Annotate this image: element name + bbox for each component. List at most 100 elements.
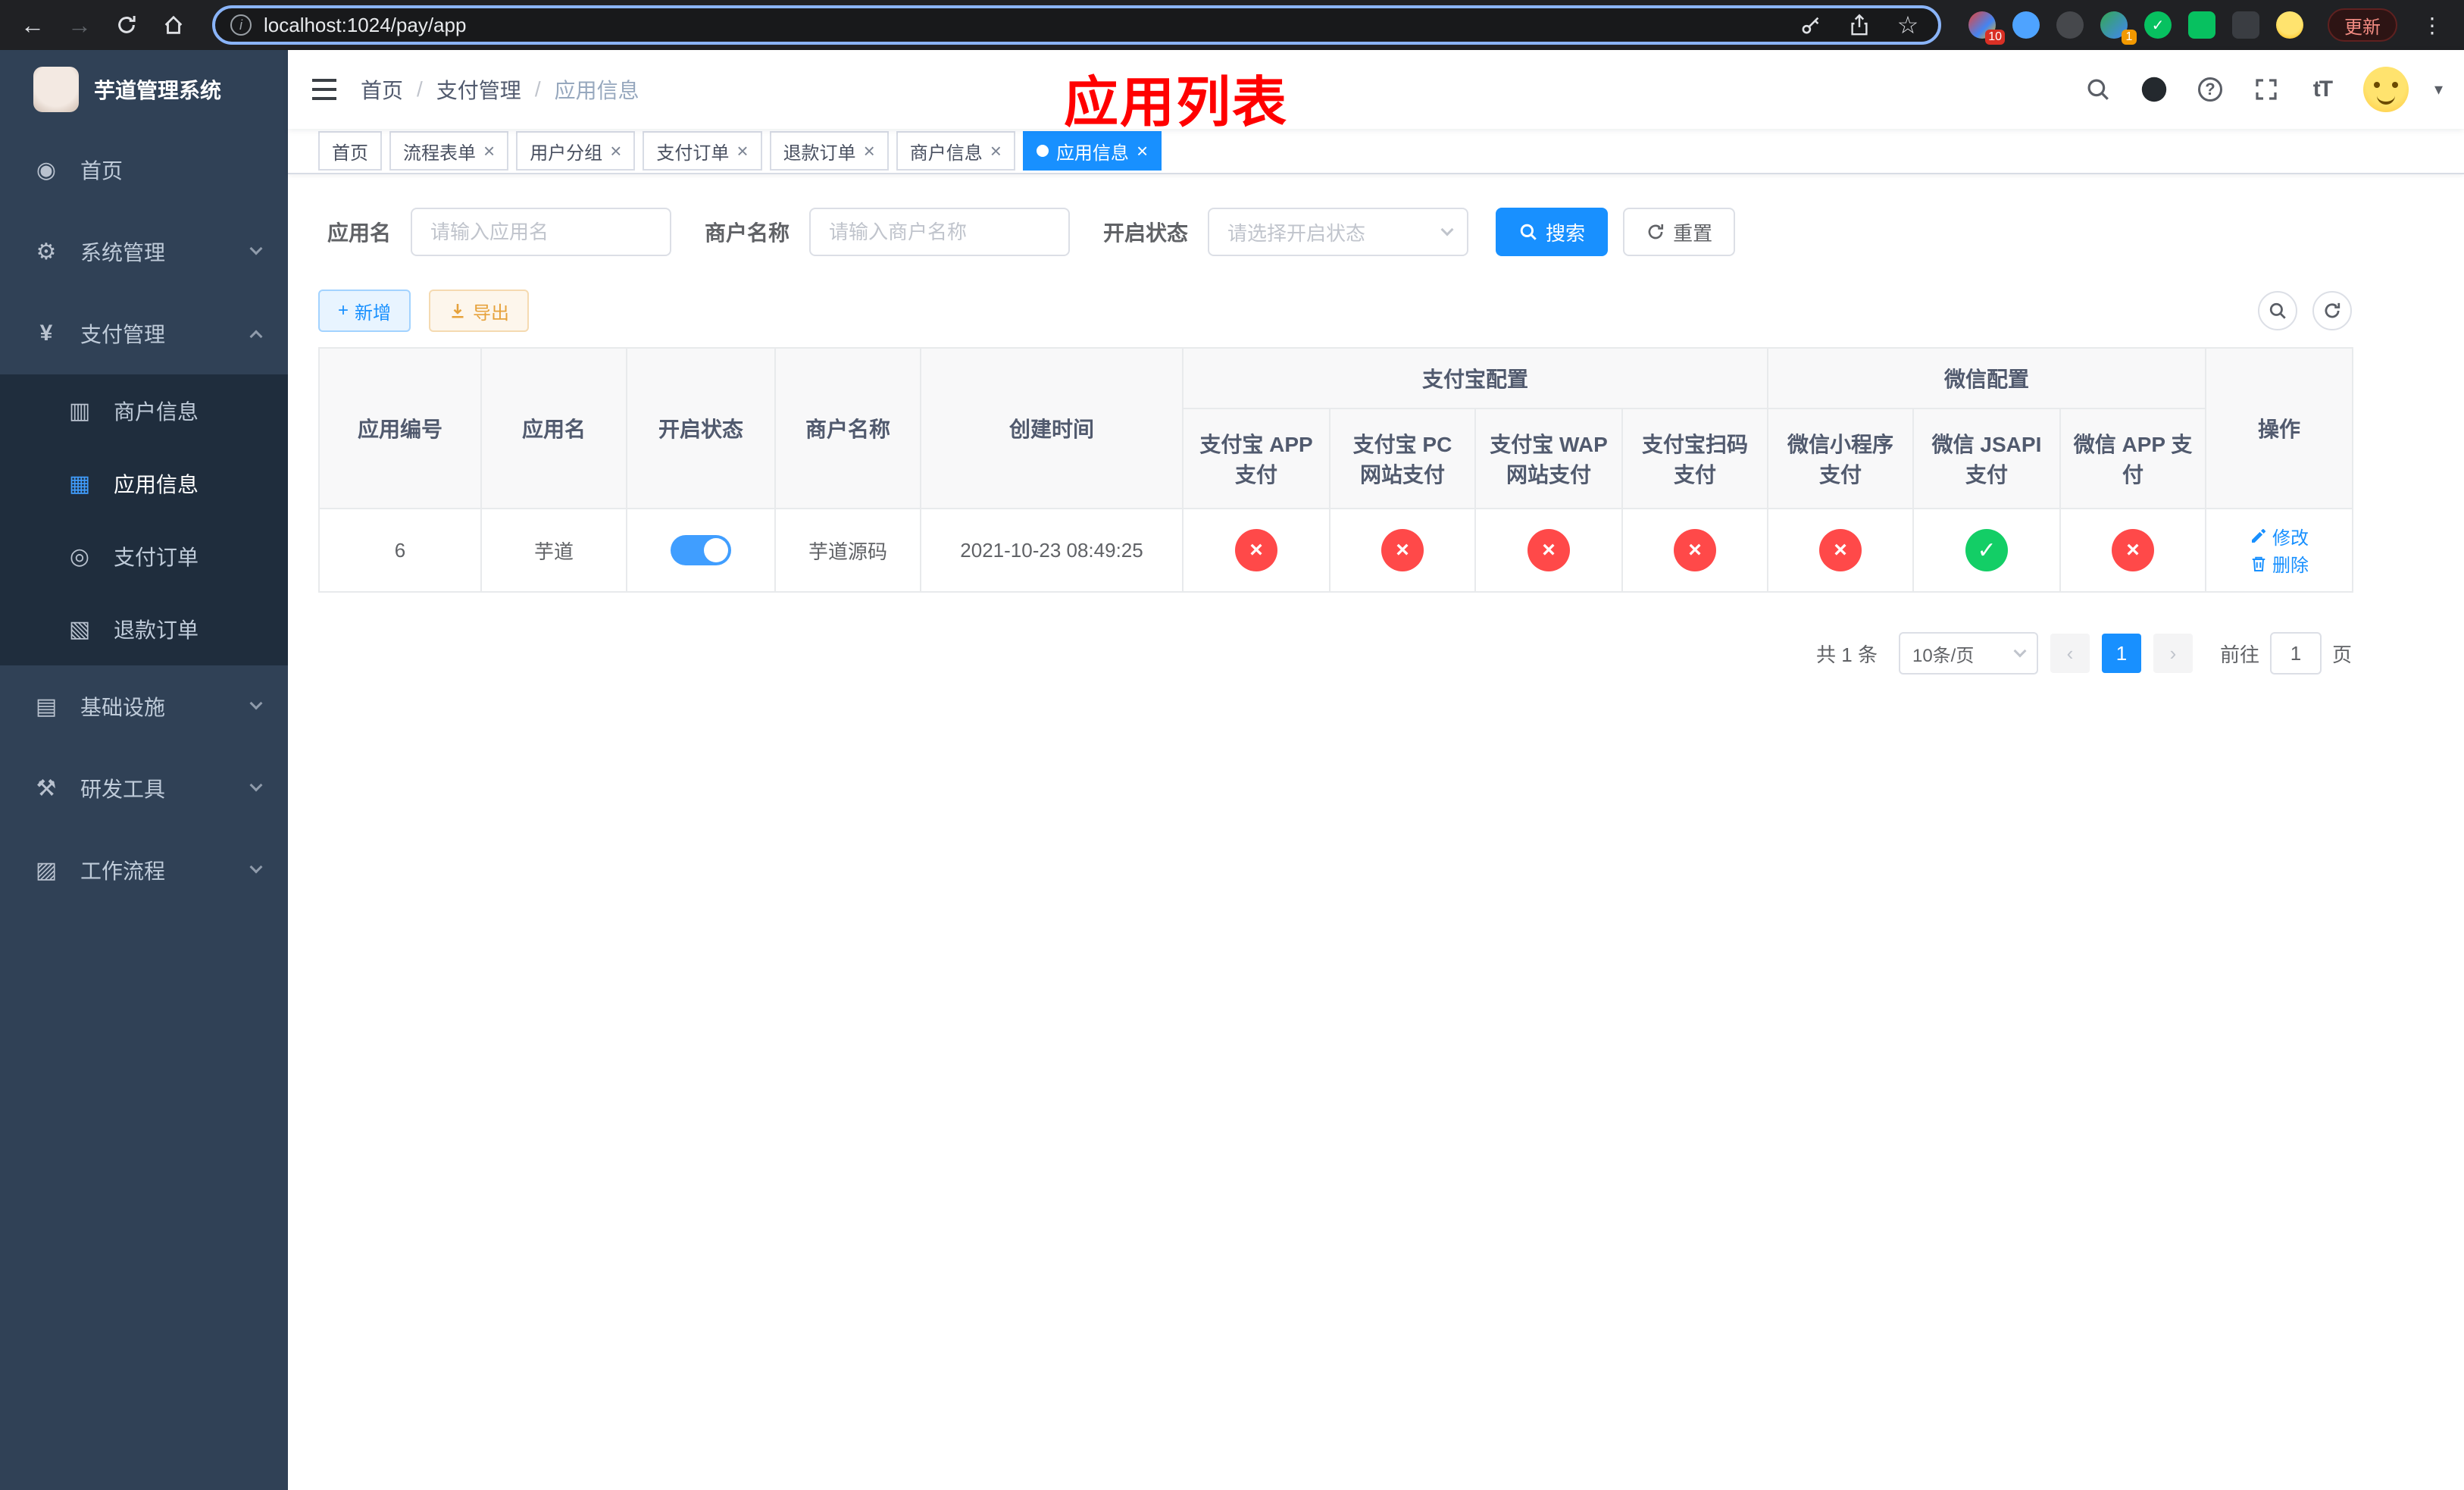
breadcrumb-payment[interactable]: 支付管理 [436, 74, 521, 105]
tab-refund-orders[interactable]: 退款订单 × [769, 131, 889, 171]
user-avatar[interactable] [2362, 67, 2409, 112]
refresh-button[interactable] [2312, 291, 2352, 330]
close-icon[interactable]: × [483, 141, 495, 161]
browser-menu-icon[interactable]: ⋮ [2412, 13, 2452, 38]
browser-toolbar: ← → i localhost:1024/pay/app ☆ 10 1 ✓ 更新… [0, 0, 2464, 50]
caret-down-icon[interactable]: ▾ [2434, 80, 2443, 99]
search-button[interactable]: 搜索 [1496, 208, 1609, 256]
tab-payment-orders[interactable]: 支付订单 × [643, 131, 762, 171]
cell-alipay-pc: × [1329, 508, 1476, 593]
reload-icon[interactable] [106, 5, 147, 45]
column-header: 开启状态 [626, 347, 776, 509]
page-size-select[interactable]: 10条/页 [1898, 632, 2038, 675]
refund-icon: ▧ [68, 616, 91, 642]
app-name-label: 应用名 [327, 221, 392, 245]
cell-wechat-mini: × [1767, 508, 1915, 593]
sidebar-item-refund-orders[interactable]: ▧ 退款订单 [0, 593, 288, 665]
next-page-button[interactable]: › [2153, 634, 2193, 673]
extension-icon[interactable]: 1 [2100, 11, 2137, 45]
sidebar-item-dev-tools[interactable]: ⚒ 研发工具 [0, 747, 288, 829]
home-icon[interactable] [153, 5, 194, 45]
enable-switch[interactable] [671, 535, 731, 565]
site-info-icon[interactable]: i [230, 14, 252, 36]
app-logo [33, 67, 79, 112]
tab-flow-form[interactable]: 流程表单 × [389, 131, 509, 171]
workflow-icon: ▨ [35, 857, 58, 883]
extension-icon[interactable]: 10 [1968, 11, 2005, 45]
goto-page-input[interactable] [2269, 632, 2322, 675]
app-logo-row[interactable]: 芋道管理系统 [0, 50, 288, 129]
delete-button[interactable]: 删除 [2250, 550, 2309, 577]
grid-icon: ▦ [68, 471, 91, 496]
prev-page-button[interactable]: ‹ [2050, 634, 2090, 673]
url-bar[interactable]: i localhost:1024/pay/app ☆ [212, 5, 1941, 45]
tab-merchant-info[interactable]: 商户信息 × [896, 131, 1015, 171]
tab-label: 支付订单 [656, 142, 730, 164]
sidebar-item-workflow[interactable]: ▨ 工作流程 [0, 829, 288, 911]
extension-icon[interactable]: ✓ [2144, 11, 2172, 39]
export-button[interactable]: 导出 [429, 290, 530, 332]
cell-alipay-app: × [1182, 508, 1330, 593]
close-icon[interactable]: × [990, 141, 1002, 161]
reset-button[interactable]: 重置 [1623, 208, 1736, 256]
page-annotation-title: 应用列表 [1064, 73, 1289, 133]
browser-update-button[interactable]: 更新 [2328, 8, 2397, 42]
extension-badge: 10 [1985, 30, 2005, 45]
edit-button[interactable]: 修改 [2250, 523, 2309, 549]
export-button-label: 导出 [473, 302, 510, 324]
close-icon[interactable]: × [736, 141, 748, 161]
pagination: 共 1 条 10条/页 ‹ 1 › 前往 页 [318, 632, 2352, 675]
toggle-search-button[interactable] [2258, 291, 2297, 330]
extension-icon[interactable] [2232, 11, 2259, 39]
table-toolbar: + 新增 导出 [318, 290, 2352, 332]
navbar-actions: ? tT ▾ [2083, 67, 2464, 112]
page-content: 应用名 商户名称 开启状态 请选择开启状态 搜索 [288, 174, 2464, 1490]
forward-icon[interactable]: → [59, 5, 100, 45]
breadcrumb-home[interactable]: 首页 [361, 74, 403, 105]
cell-created-time: 2021-10-23 08:49:25 [920, 508, 1184, 593]
column-header: 支付宝 APP 支付 [1182, 408, 1330, 509]
sidebar-item-app-info[interactable]: ▦ 应用信息 [0, 447, 288, 520]
tags-view: 首页 流程表单 × 用户分组 × 支付订单 × 退款订单 × 商户信息 × 应用… [288, 129, 2464, 174]
password-key-icon[interactable] [1796, 10, 1826, 40]
page-number-1[interactable]: 1 [2101, 634, 2141, 673]
chevron-down-icon [249, 696, 263, 710]
close-icon[interactable]: × [864, 141, 875, 161]
search-icon[interactable] [2083, 74, 2113, 105]
sidebar-item-payment[interactable]: ¥ 支付管理 [0, 293, 288, 374]
close-icon[interactable]: × [610, 141, 621, 161]
tab-home[interactable]: 首页 [318, 131, 382, 171]
share-icon[interactable] [1844, 10, 1875, 40]
tab-user-group[interactable]: 用户分组 × [516, 131, 636, 171]
sidebar-item-payment-orders[interactable]: ◎ 支付订单 [0, 520, 288, 593]
close-icon[interactable]: × [1137, 141, 1148, 161]
column-header: 支付宝 PC 网站支付 [1329, 408, 1476, 509]
back-icon[interactable]: ← [12, 5, 53, 45]
cell-app-id: 6 [318, 508, 482, 593]
extension-icon[interactable] [2276, 11, 2303, 39]
sidebar-item-merchant-info[interactable]: ▥ 商户信息 [0, 374, 288, 447]
sidebar-item-infrastructure[interactable]: ▤ 基础设施 [0, 665, 288, 747]
help-icon[interactable]: ? [2195, 74, 2225, 105]
extension-icon[interactable] [2056, 11, 2084, 39]
add-button[interactable]: + 新增 [318, 290, 411, 332]
sidebar-item-system[interactable]: ⚙ 系统管理 [0, 211, 288, 293]
app-name-input[interactable] [411, 208, 672, 256]
extension-icon[interactable] [2188, 11, 2215, 39]
sidebar-item-label: 退款订单 [114, 618, 199, 642]
tools-icon: ⚒ [36, 775, 57, 801]
sidebar-toggle-icon[interactable] [288, 79, 361, 100]
enable-status-select[interactable]: 请选择开启状态 [1208, 208, 1469, 256]
group-header-wechat: 微信配置 [1767, 347, 2207, 409]
font-size-icon[interactable]: tT [2307, 74, 2337, 105]
url-text[interactable]: localhost:1024/pay/app [264, 14, 466, 37]
breadcrumb-separator: / [417, 77, 423, 101]
top-navbar: 首页 / 支付管理 / 应用信息 应用列表 ? tT ▾ [288, 50, 2464, 133]
bookmark-star-icon[interactable]: ☆ [1893, 10, 1923, 40]
extension-icon[interactable] [2012, 11, 2040, 39]
merchant-name-input[interactable] [809, 208, 1071, 256]
sidebar-item-label: 支付订单 [114, 546, 199, 569]
github-icon[interactable] [2139, 74, 2169, 105]
sidebar-item-home[interactable]: ◉ 首页 [0, 129, 288, 211]
fullscreen-icon[interactable] [2251, 74, 2281, 105]
